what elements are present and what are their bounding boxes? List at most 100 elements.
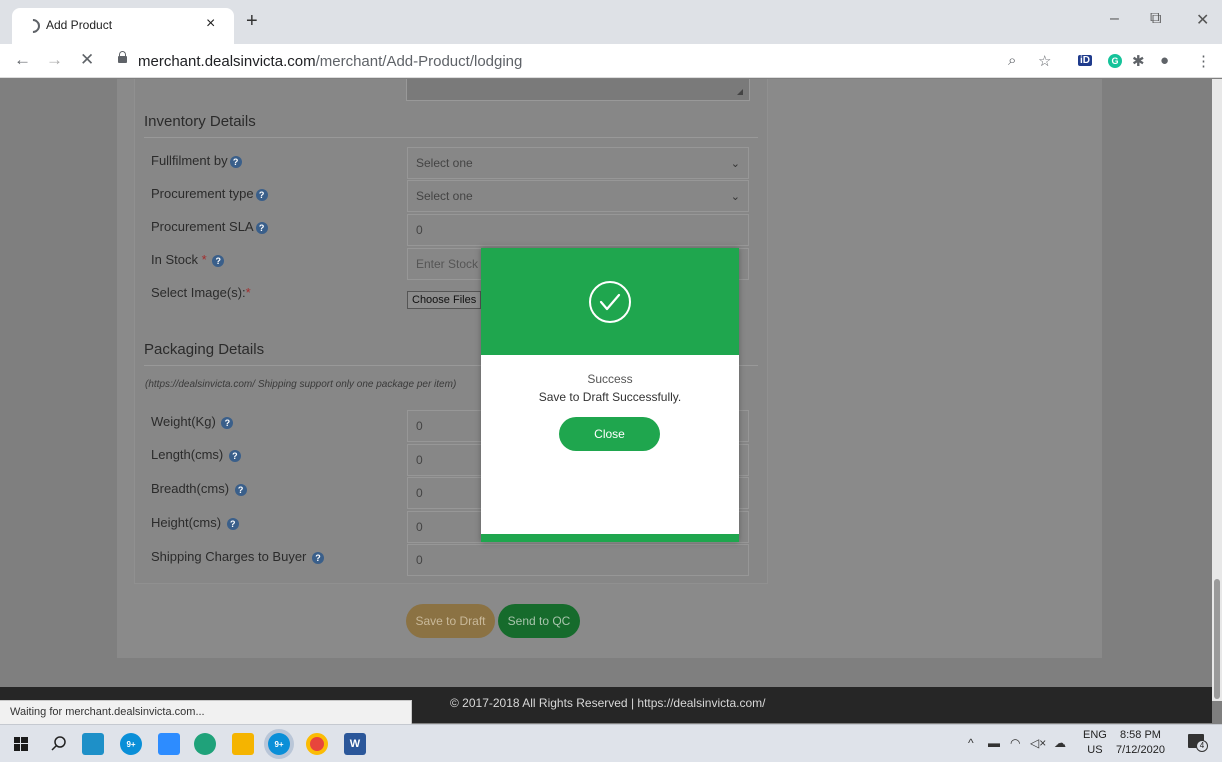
required-mark: * (201, 252, 207, 267)
shipping-input[interactable]: 0 (407, 544, 749, 576)
in-stock-placeholder: Enter Stock Q (416, 257, 491, 271)
new-tab-button[interactable]: + (246, 10, 258, 33)
fulfilment-label: Fullfilment by? (151, 153, 242, 168)
scrollbar-thumb[interactable] (1214, 579, 1220, 699)
profile-icon[interactable]: ● (1160, 52, 1169, 69)
resize-grip-icon[interactable] (737, 89, 743, 95)
weight-label-text: Weight(Kg) (151, 414, 216, 429)
minimize-icon[interactable]: – (1110, 10, 1119, 28)
procurement-type-label: Procurement type? (151, 186, 268, 201)
tab-close-icon[interactable]: × (206, 15, 215, 33)
clock-time: 8:58 PM (1119, 729, 1161, 741)
volume-icon[interactable]: ◁× (1030, 736, 1046, 750)
zoom-search-icon[interactable]: ⌕ (1008, 52, 1016, 69)
url-host: merchant.dealsinvicta.com (138, 53, 316, 70)
browser-menu-icon[interactable]: ⋮ (1196, 52, 1211, 70)
browser-status-bar: Waiting for merchant.dealsinvicta.com... (0, 700, 412, 724)
lang-top: ENG (1083, 729, 1107, 741)
send-to-qc-button[interactable]: Send to QC (498, 604, 580, 638)
modal-title: Success (587, 372, 633, 386)
breadth-label-text: Breadth(cms) (151, 481, 230, 496)
skype-active-icon[interactable]: 9+ (268, 733, 290, 755)
procurement-sla-label: Procurement SLA? (151, 219, 268, 234)
fulfilment-select[interactable]: Select one ⌄ (407, 147, 749, 179)
chrome-icon[interactable] (306, 733, 328, 755)
extensions-puzzle-icon[interactable]: ✱ (1132, 52, 1145, 70)
start-windows-icon[interactable] (14, 737, 28, 751)
fulfilment-label-text: Fullfilment by (151, 153, 228, 168)
chevron-down-icon: ⌄ (730, 190, 740, 203)
windows-taskbar: 9+ 9+ W ^ ▬ ◠ ◁× ☁ ENG US 8:58 PM 7/12/202… (0, 724, 1222, 762)
footer-copyright: © 2017-2018 All Rights Reserved | https:… (450, 696, 766, 710)
zoom-app-icon[interactable] (158, 733, 180, 755)
taskbar-clock[interactable]: 8:58 PM 7/12/2020 (1116, 728, 1165, 758)
modal-close-button[interactable]: Close (559, 417, 660, 451)
breadth-value: 0 (416, 486, 423, 500)
procurement-sla-input[interactable]: 0 (407, 214, 749, 246)
checkmark-icon (599, 293, 621, 311)
extension-id-icon[interactable]: iD (1078, 55, 1092, 66)
search-icon[interactable] (50, 735, 68, 753)
task-view-app-icon[interactable] (82, 733, 104, 755)
help-icon[interactable]: ? (255, 222, 268, 234)
browser-tab[interactable]: Add Product × (12, 8, 234, 44)
browser-toolbar: ← → ✕ merchant.dealsinvicta.com/merchant… (0, 44, 1222, 78)
help-icon[interactable]: ? (255, 189, 268, 201)
lock-icon[interactable] (118, 51, 127, 63)
stop-loading-icon[interactable]: ✕ (80, 50, 94, 70)
chevron-down-icon: ⌄ (730, 157, 740, 170)
battery-icon[interactable]: ▬ (988, 736, 1000, 750)
page-scrollbar[interactable] (1212, 79, 1222, 701)
clock-date: 7/12/2020 (1116, 744, 1165, 756)
help-icon[interactable]: ? (234, 484, 247, 496)
notification-count: 4 (1196, 740, 1208, 752)
modal-header (481, 248, 739, 355)
grammarly-icon[interactable]: G (1108, 54, 1122, 68)
packaging-note: (https://dealsinvicta.com/ Shipping supp… (145, 379, 457, 390)
help-icon[interactable]: ? (212, 255, 225, 267)
length-label-text: Length(cms) (151, 447, 224, 462)
help-icon[interactable]: ? (226, 518, 239, 530)
word-icon[interactable]: W (344, 733, 366, 755)
file-explorer-icon[interactable] (232, 733, 254, 755)
help-icon[interactable]: ? (221, 417, 234, 429)
save-draft-button[interactable]: Save to Draft (406, 604, 495, 638)
forward-icon[interactable]: → (46, 50, 63, 70)
shipping-value: 0 (416, 553, 423, 567)
shipping-label: Shipping Charges to Buyer ? (151, 549, 324, 564)
height-value: 0 (416, 520, 423, 534)
skype-badge: 9+ (126, 740, 136, 749)
bookmark-star-icon[interactable]: ☆ (1038, 52, 1051, 70)
procurement-sla-value: 0 (416, 223, 423, 237)
procurement-sla-label-text: Procurement SLA (151, 219, 254, 234)
images-label-text: Select Image(s): (151, 285, 246, 300)
procurement-type-select-value: Select one (416, 189, 473, 203)
modal-message: Save to Draft Successfully. (538, 390, 682, 404)
procurement-type-label-text: Procurement type (151, 186, 254, 201)
height-label-text: Height(cms) (151, 515, 222, 530)
skype-icon[interactable]: 9+ (120, 733, 142, 755)
help-icon[interactable]: ? (312, 552, 324, 564)
browser-tab-strip: Add Product × + – ⧉ ✕ (0, 0, 1222, 44)
notifications-icon[interactable]: 4 (1188, 734, 1208, 752)
height-label: Height(cms) ? (151, 515, 239, 530)
help-icon[interactable]: ? (228, 450, 241, 462)
procurement-type-select[interactable]: Select one ⌄ (407, 180, 749, 212)
window-close-icon[interactable]: ✕ (1196, 10, 1209, 30)
in-stock-label: In Stock * ? (151, 252, 225, 267)
choose-files-button[interactable]: Choose Files (407, 291, 482, 309)
modal-footer-bar (481, 534, 739, 542)
edge-browser-icon[interactable] (194, 733, 216, 755)
weight-value: 0 (416, 419, 423, 433)
images-label: Select Image(s):* (151, 285, 251, 300)
restore-icon[interactable]: ⧉ (1150, 10, 1161, 28)
wifi-icon[interactable]: ◠ (1010, 736, 1020, 750)
packaging-section-title: Packaging Details (144, 341, 265, 358)
back-icon[interactable]: ← (14, 50, 31, 70)
language-indicator[interactable]: ENG US (1083, 728, 1107, 758)
description-textarea[interactable] (406, 79, 750, 101)
onedrive-icon[interactable]: ☁ (1054, 736, 1066, 750)
tray-chevron-icon[interactable]: ^ (968, 736, 974, 750)
help-icon[interactable]: ? (229, 156, 242, 168)
address-bar[interactable]: merchant.dealsinvicta.com/merchant/Add-P… (138, 53, 522, 70)
